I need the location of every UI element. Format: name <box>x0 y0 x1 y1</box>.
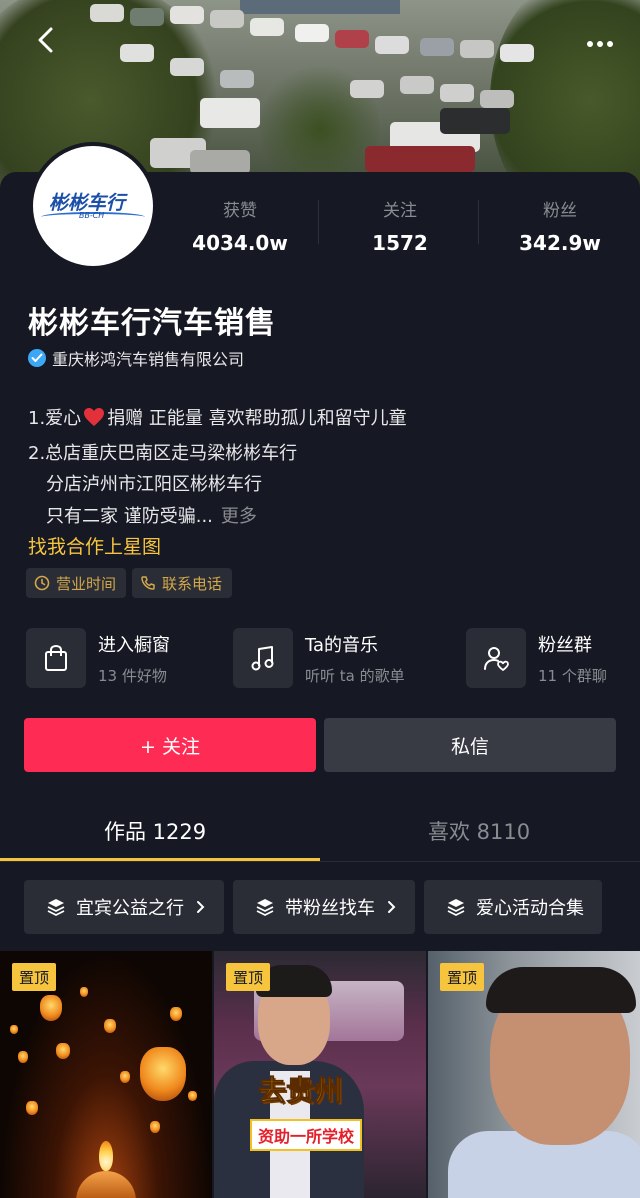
bio-line-2: 2.总店重庆巴南区走马梁彬彬车行 <box>28 442 298 464</box>
video-grid: 置顶 去贵州 资助一所学校 置顶 置顶 <box>0 951 640 1198</box>
feature-entries: 进入橱窗 13 件好物 Ta的音乐 听听 ta 的歌单 粉丝群 11 个群聊 <box>26 628 640 690</box>
entry-subtitle: 听听 ta 的歌单 <box>305 666 405 685</box>
phone-icon <box>140 575 156 591</box>
entry-title: 进入橱窗 <box>98 634 170 656</box>
entry-title: Ta的音乐 <box>305 634 379 656</box>
collection-chip[interactable]: 爱心活动合集 <box>424 880 602 934</box>
pinned-badge: 置顶 <box>440 963 485 991</box>
business-hours-chip[interactable]: 营业时间 <box>26 568 127 598</box>
tab-works[interactable]: 作品 1229 <box>104 816 206 846</box>
video-caption-title: 去贵州 <box>257 1074 343 1108</box>
stat-label: 关注 <box>383 201 417 221</box>
verified-label[interactable]: 重庆彬鸿汽车销售有限公司 <box>28 346 244 370</box>
stat-divider <box>318 200 319 244</box>
entry-title: 粉丝群 <box>538 634 592 656</box>
heart-icon <box>83 406 105 438</box>
chevron-right-icon <box>387 900 397 914</box>
stat-following[interactable]: 关注 1572 <box>320 196 480 255</box>
stat-value: 1572 <box>372 231 428 255</box>
pinned-badge: 置顶 <box>12 963 57 991</box>
fan-group-entry[interactable]: 粉丝群 11 个群聊 <box>466 628 607 688</box>
collections-row: 宜宾公益之行 带粉丝找车 爱心活动合集 <box>24 880 602 934</box>
chevron-right-icon <box>196 900 206 914</box>
content-tabs: 作品 1229 喜欢 8110 <box>0 804 640 862</box>
clock-icon <box>34 575 50 591</box>
bio-line-1-start: 1.爱心 <box>28 408 82 429</box>
collection-chip[interactable]: 宜宾公益之行 <box>24 880 224 934</box>
collection-chip[interactable]: 带粉丝找车 <box>233 880 415 934</box>
stats-row: 获赞 4034.0w 关注 1572 粉丝 342.9w <box>160 196 640 255</box>
collection-label: 宜宾公益之行 <box>76 898 184 919</box>
logo-subtext: BB-CH <box>79 211 105 220</box>
bio[interactable]: 1.爱心 捐赠 正能量 喜欢帮助孤儿和留守儿童 2.总店重庆巴南区走马梁彬彬车行 … <box>28 403 407 532</box>
layers-icon <box>255 897 275 917</box>
star-cooperation-link[interactable]: 找我合作上星图 <box>28 532 161 559</box>
tab-indicator <box>0 858 320 861</box>
bio-line-3: 分店泸州市江阳区彬彬车行 <box>46 474 262 495</box>
video-thumbnail[interactable]: 去贵州 资助一所学校 置顶 <box>214 951 426 1198</box>
brand-logo: 彬彬车行 BB-CH <box>41 186 145 226</box>
shopping-bag-icon <box>26 628 86 688</box>
follow-button[interactable]: + 关注 <box>24 718 316 772</box>
stat-followers[interactable]: 粉丝 342.9w <box>480 196 640 255</box>
entry-subtitle: 11 个群聊 <box>538 666 607 685</box>
avatar[interactable]: 彬彬车行 BB-CH <box>29 142 157 270</box>
more-button[interactable] <box>580 22 620 62</box>
video-thumbnail[interactable]: 置顶 <box>428 951 640 1198</box>
entry-subtitle: 13 件好物 <box>98 666 167 685</box>
pinned-badge: 置顶 <box>226 963 271 991</box>
chip-label: 营业时间 <box>56 574 117 593</box>
message-button[interactable]: 私信 <box>324 718 616 772</box>
collection-label: 带粉丝找车 <box>285 898 375 919</box>
stat-label: 获赞 <box>223 201 257 221</box>
bio-line-1: 1.爱心 捐赠 正能量 喜欢帮助孤儿和留守儿童 <box>28 403 407 438</box>
bio-line-1-end: 捐赠 正能量 喜欢帮助孤儿和留守儿童 <box>107 408 407 429</box>
stat-value: 342.9w <box>519 231 601 255</box>
video-caption-subtitle: 资助一所学校 <box>250 1119 363 1151</box>
stat-divider <box>478 200 479 244</box>
collection-label: 爱心活动合集 <box>476 898 584 919</box>
stat-value: 4034.0w <box>192 231 288 255</box>
tab-likes[interactable]: 喜欢 8110 <box>428 816 530 846</box>
back-button[interactable] <box>26 22 66 62</box>
bio-line-4: 只有二家 谨防受骗... 更多 <box>28 501 407 533</box>
layers-icon <box>446 897 466 917</box>
chip-label: 联系电话 <box>162 574 223 593</box>
layers-icon <box>46 897 66 917</box>
stat-likes[interactable]: 获赞 4034.0w <box>160 196 320 255</box>
chevron-left-icon <box>35 27 57 57</box>
fan-group-icon <box>466 628 526 688</box>
video-thumbnail[interactable]: 置顶 <box>0 951 212 1198</box>
music-note-icon <box>233 628 293 688</box>
verified-company: 重庆彬鸿汽车销售有限公司 <box>52 350 245 369</box>
bio-more-link[interactable]: 更多 <box>221 506 257 527</box>
music-entry[interactable]: Ta的音乐 听听 ta 的歌单 <box>233 628 405 688</box>
contact-phone-chip[interactable]: 联系电话 <box>132 568 233 598</box>
more-dots-icon <box>586 33 614 52</box>
stat-label: 粉丝 <box>543 201 577 221</box>
shop-window-entry[interactable]: 进入橱窗 13 件好物 <box>26 628 170 688</box>
bio-line-4-text: 只有二家 谨防受骗... <box>46 505 213 527</box>
profile-name: 彬彬车行汽车销售 <box>28 306 276 341</box>
verified-badge-icon <box>28 349 46 367</box>
info-chips: 营业时间 联系电话 <box>26 568 233 598</box>
